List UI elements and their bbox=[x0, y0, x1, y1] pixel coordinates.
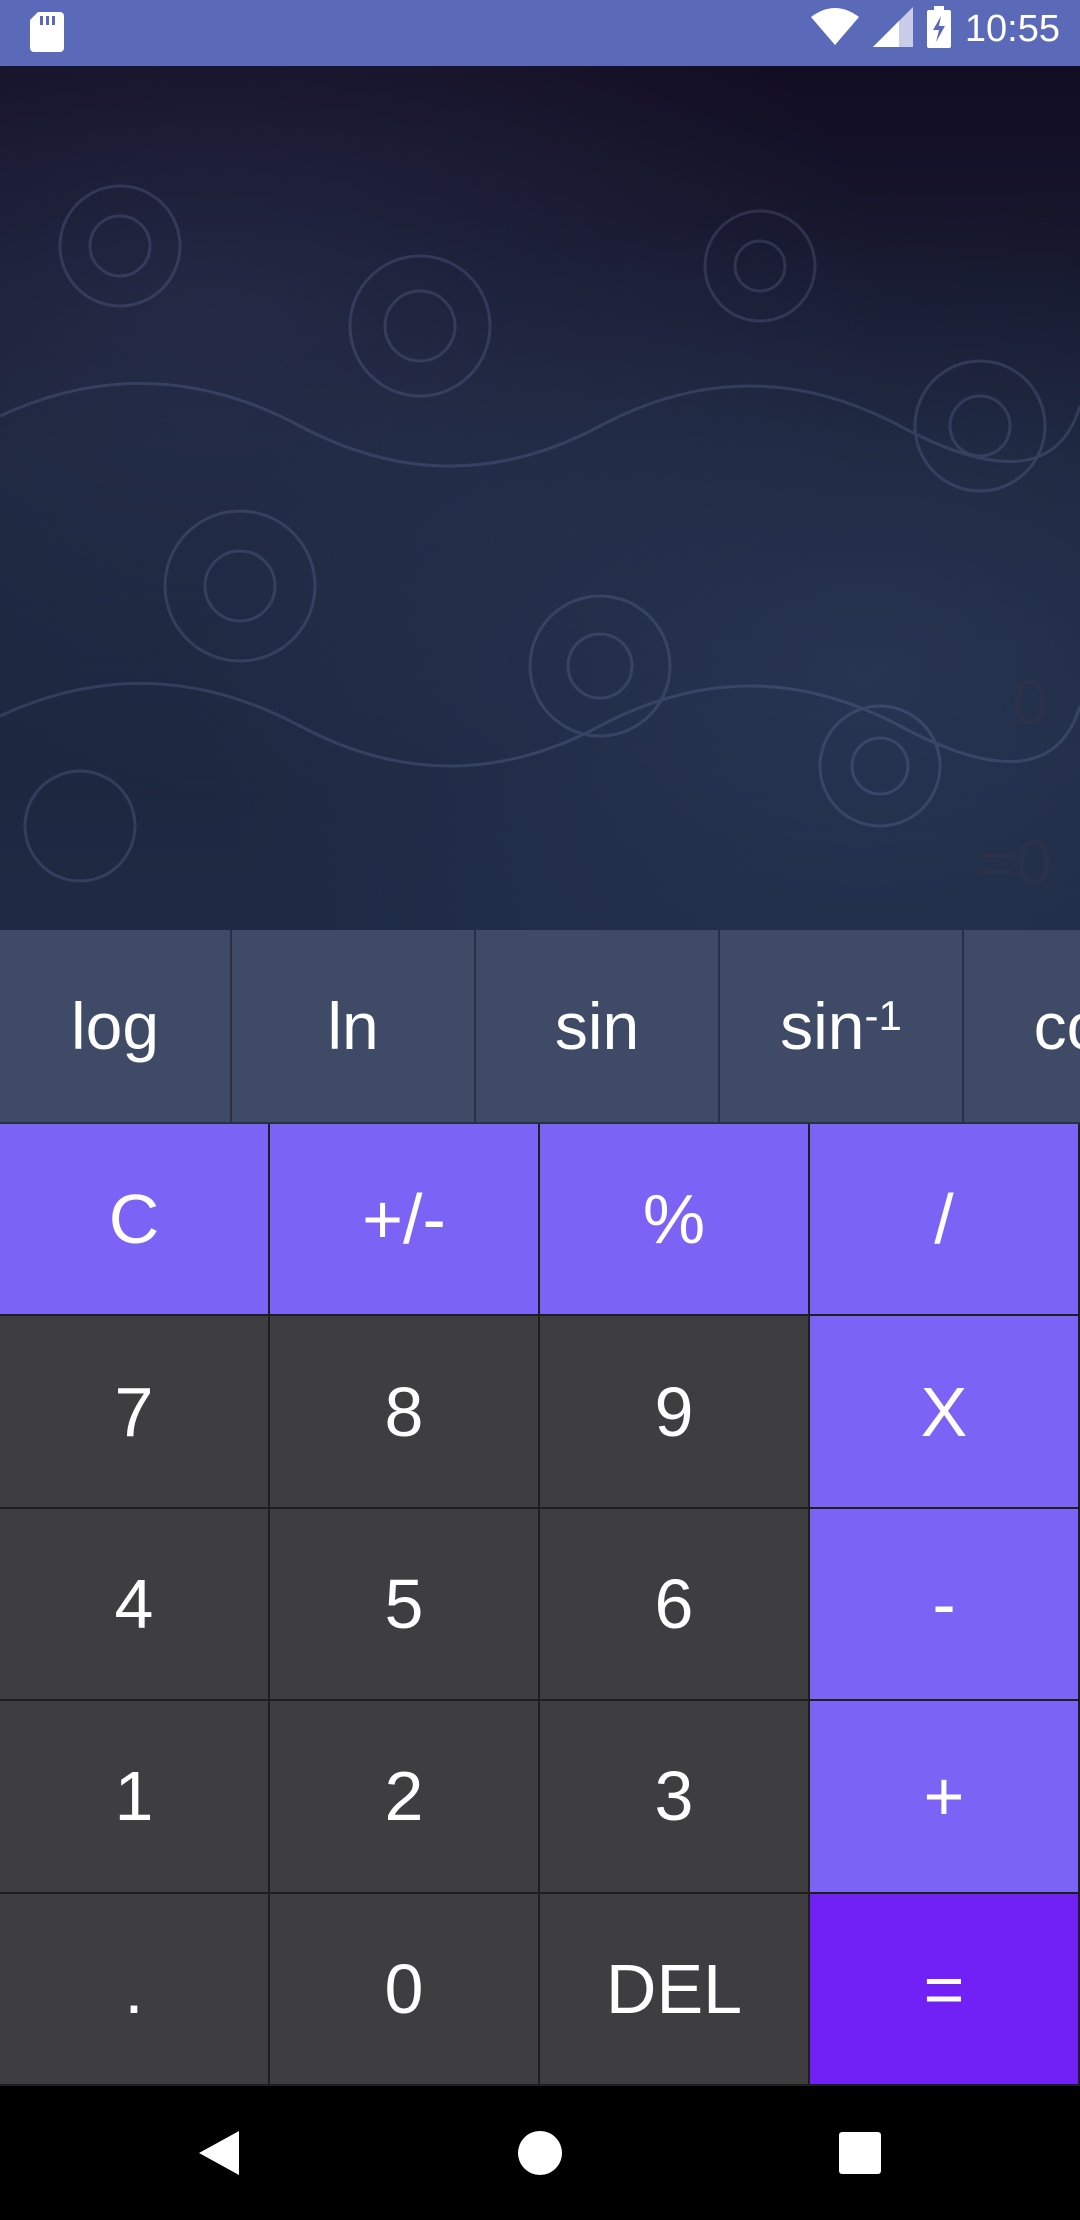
signal-icon bbox=[872, 7, 913, 52]
digit-0-button[interactable]: 0 bbox=[270, 1893, 540, 2086]
keypad: C +/- % / 7 8 9 X 4 5 6 - 1 2 3 + . 0 DE… bbox=[0, 1124, 1080, 2086]
recents-icon[interactable] bbox=[800, 2086, 920, 2220]
add-button[interactable]: + bbox=[810, 1701, 1080, 1894]
multiply-button[interactable]: X bbox=[810, 1316, 1080, 1509]
clear-button[interactable]: C bbox=[0, 1124, 270, 1317]
scientific-functions-row: log ln sin sin-1 cos bbox=[0, 930, 1080, 1124]
decimal-point-button[interactable]: . bbox=[0, 1893, 270, 2086]
equals-button[interactable]: = bbox=[810, 1893, 1080, 2086]
home-icon[interactable] bbox=[480, 2086, 600, 2220]
expression-text: 0 bbox=[1012, 667, 1048, 739]
divide-button[interactable]: / bbox=[810, 1124, 1080, 1317]
clock: 10:55 bbox=[964, 8, 1060, 50]
wifi-icon bbox=[810, 7, 859, 52]
ln-button[interactable]: ln bbox=[232, 930, 476, 1124]
subtract-button[interactable]: - bbox=[810, 1508, 1080, 1702]
log-button[interactable]: log bbox=[0, 930, 232, 1124]
digit-6-button[interactable]: 6 bbox=[540, 1508, 810, 1702]
sd-card-icon bbox=[30, 12, 64, 57]
arcsin-button[interactable]: sin -1 bbox=[720, 930, 964, 1124]
floral-background bbox=[0, 184, 1080, 883]
navigation-bar bbox=[0, 2086, 1080, 2220]
digit-1-button[interactable]: 1 bbox=[0, 1701, 270, 1894]
sin-button[interactable]: sin bbox=[476, 930, 720, 1124]
calculator-display: 0 =0 bbox=[0, 66, 1080, 930]
digit-8-button[interactable]: 8 bbox=[270, 1316, 540, 1509]
digit-4-button[interactable]: 4 bbox=[0, 1508, 270, 1702]
digit-7-button[interactable]: 7 bbox=[0, 1316, 270, 1509]
battery-charging-icon bbox=[926, 6, 951, 53]
digit-9-button[interactable]: 9 bbox=[540, 1316, 810, 1509]
sign-toggle-button[interactable]: +/- bbox=[270, 1124, 540, 1317]
percent-button[interactable]: % bbox=[540, 1124, 810, 1317]
digit-5-button[interactable]: 5 bbox=[270, 1508, 540, 1702]
digit-2-button[interactable]: 2 bbox=[270, 1701, 540, 1894]
delete-button[interactable]: DEL bbox=[540, 1893, 810, 2086]
result-text: =0 bbox=[979, 827, 1052, 899]
status-bar: 10:55 bbox=[0, 0, 1080, 66]
digit-3-button[interactable]: 3 bbox=[540, 1701, 810, 1894]
back-icon[interactable] bbox=[160, 2086, 280, 2220]
cos-button[interactable]: cos bbox=[964, 930, 1080, 1124]
